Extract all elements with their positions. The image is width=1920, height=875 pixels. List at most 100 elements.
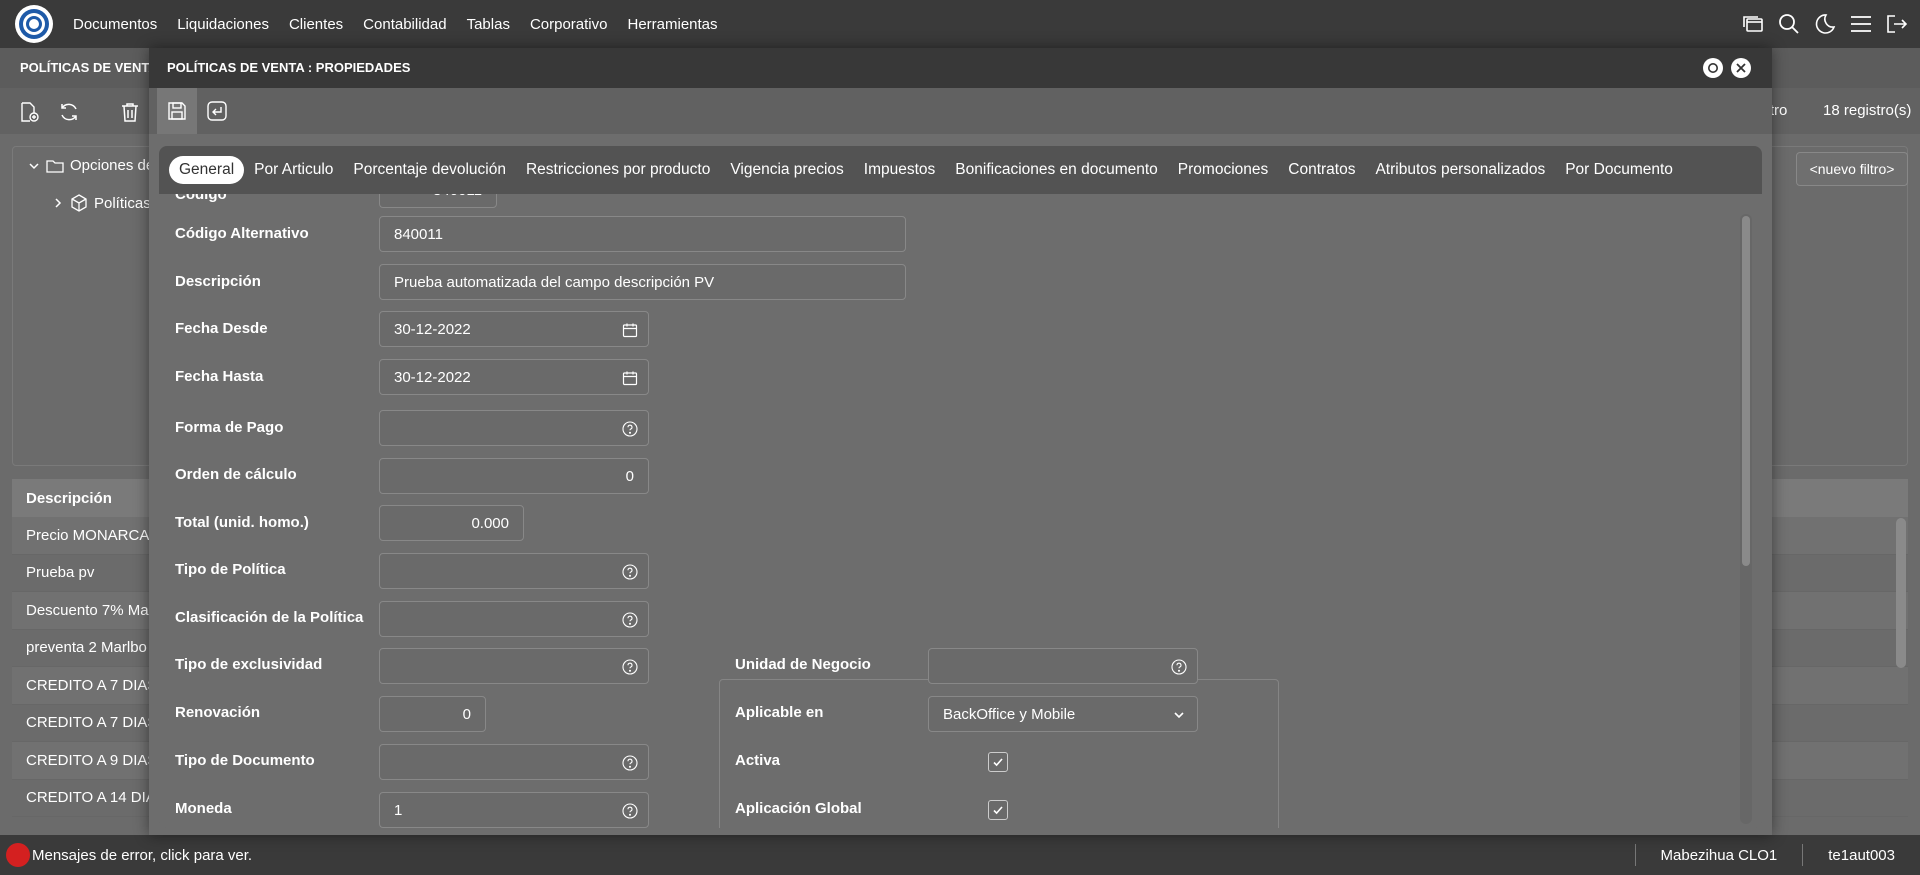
renovacion-field[interactable]: 0 (379, 696, 486, 732)
tab-porcentaje-devolucion[interactable]: Porcentaje devolución (343, 156, 516, 184)
aplicable-en-select[interactable]: BackOffice y Mobile (928, 696, 1198, 732)
user-label: te1aut003 (1802, 844, 1920, 866)
records-count: 18 registro(s) (1823, 102, 1912, 119)
tab-por-documento[interactable]: Por Documento (1555, 156, 1683, 184)
menu-contabilidad[interactable]: Contabilidad (353, 16, 456, 33)
calendar-icon[interactable] (622, 322, 638, 338)
error-messages-link[interactable]: Mensajes de error, click para ver. (32, 847, 252, 864)
tipo-documento-field[interactable] (379, 744, 649, 780)
tab-bar: General Por Articulo Porcentaje devoluci… (159, 146, 1762, 194)
moon-icon[interactable] (1814, 13, 1836, 35)
general-form: Código 840011 Código Alternativo 840011 … (159, 194, 1762, 828)
aplicable-en-label: Aplicable en (735, 704, 824, 721)
help-circle-icon[interactable] (622, 803, 638, 819)
help-circle-icon[interactable] (622, 421, 638, 437)
logout-icon[interactable] (1886, 13, 1908, 35)
tab-contratos[interactable]: Contratos (1278, 156, 1365, 184)
new-filter-button[interactable]: <nuevo filtro> (1796, 152, 1908, 186)
moneda-value: 1 (394, 801, 403, 819)
top-icons (1742, 0, 1908, 48)
dialog-header: POLÍTICAS DE VENTA : PROPIEDADES (149, 48, 1772, 88)
tab-impuestos[interactable]: Impuestos (854, 156, 946, 184)
total-unid-field[interactable]: 0.000 (379, 505, 524, 541)
save-icon (168, 102, 186, 120)
tab-general[interactable]: General (169, 156, 245, 184)
codigo-alternativo-field[interactable]: 840011 (379, 216, 906, 252)
fecha-hasta-field[interactable]: 30-12-2022 (379, 359, 649, 395)
help-circle-icon[interactable] (622, 612, 638, 628)
tab-por-articulo[interactable]: Por Articulo (244, 156, 343, 184)
tipo-exclusividad-field[interactable] (379, 648, 649, 684)
menu-tablas[interactable]: Tablas (457, 16, 520, 33)
activa-checkbox[interactable] (988, 752, 1008, 772)
moneda-field[interactable]: 1 (379, 792, 649, 828)
unidad-negocio-field[interactable] (928, 648, 1198, 684)
main-menu: Documentos Liquidaciones Clientes Contab… (63, 16, 728, 33)
dialog-title: POLÍTICAS DE VENTA : PROPIEDADES (167, 60, 411, 75)
total-unid-value: 0.000 (471, 514, 509, 532)
folder-icon (46, 159, 64, 173)
tab-vigencia-precios[interactable]: Vigencia precios (720, 156, 853, 184)
help-circle-icon[interactable] (622, 755, 638, 771)
orden-calculo-label: Orden de cálculo (175, 466, 297, 483)
tree-child-label: Políticas (94, 194, 151, 212)
table-scrollbar[interactable] (1896, 518, 1906, 668)
codigo-field[interactable]: 840011 (379, 194, 497, 208)
chevron-down-icon (1174, 712, 1184, 719)
tab-restricciones-producto[interactable]: Restricciones por producto (516, 156, 720, 184)
orden-calculo-value: 0 (625, 467, 634, 485)
forma-pago-field[interactable] (379, 410, 649, 446)
cube-icon (71, 194, 87, 212)
form-scrollbar-thumb[interactable] (1742, 216, 1750, 566)
refresh-icon[interactable] (58, 101, 80, 123)
codigo-alternativo-value: 840011 (394, 225, 443, 243)
menu-liquidaciones[interactable]: Liquidaciones (167, 16, 279, 33)
trash-icon[interactable] (119, 101, 141, 123)
aplicacion-global-checkbox[interactable] (988, 800, 1008, 820)
descripcion-value: Prueba automatizada del campo descripció… (394, 273, 715, 291)
check-icon (993, 758, 1003, 767)
codigo-value: 840011 (433, 194, 482, 199)
fecha-desde-field[interactable]: 30-12-2022 (379, 311, 649, 347)
renovacion-label: Renovación (175, 704, 261, 721)
dialog-close-button[interactable] (1731, 58, 1751, 78)
tab-atributos-personalizados[interactable]: Atributos personalizados (1365, 156, 1555, 184)
fecha-desde-value: 30-12-2022 (394, 320, 471, 338)
clasificacion-field[interactable] (379, 601, 649, 637)
menu-documentos[interactable]: Documentos (63, 16, 167, 33)
hamburger-icon[interactable] (1850, 13, 1872, 35)
codigo-alternativo-label: Código Alternativo (175, 225, 309, 242)
menu-clientes[interactable]: Clientes (279, 16, 353, 33)
clasificacion-label: Clasificación de la Política (175, 609, 364, 626)
forma-pago-label: Forma de Pago (175, 419, 284, 436)
descripcion-label: Descripción (175, 273, 261, 290)
status-bar: Mensajes de error, click para ver. Mabez… (0, 835, 1920, 875)
help-circle-icon[interactable] (622, 564, 638, 580)
app-logo[interactable] (15, 5, 53, 43)
dialog-toolbar (149, 88, 1772, 134)
new-document-icon[interactable] (18, 101, 40, 123)
check-icon (993, 806, 1003, 815)
menu-corporativo[interactable]: Corporativo (520, 16, 618, 33)
search-icon[interactable] (1778, 13, 1800, 35)
tab-promociones[interactable]: Promociones (1168, 156, 1278, 184)
windows-icon[interactable] (1742, 13, 1764, 35)
tree-root[interactable]: Opciones de (28, 157, 154, 174)
descripcion-field[interactable]: Prueba automatizada del campo descripció… (379, 264, 906, 300)
help-circle-icon[interactable] (622, 659, 638, 675)
fecha-desde-label: Fecha Desde (175, 320, 268, 337)
tree-child[interactable]: Políticas (52, 194, 151, 212)
menu-herramientas[interactable]: Herramientas (617, 16, 727, 33)
help-circle-icon[interactable] (1171, 659, 1187, 675)
save-button[interactable] (157, 88, 197, 134)
return-button[interactable] (197, 88, 237, 134)
tipo-politica-field[interactable] (379, 553, 649, 589)
orden-calculo-field[interactable]: 0 (379, 458, 649, 494)
calendar-icon[interactable] (622, 370, 638, 386)
properties-dialog: POLÍTICAS DE VENTA : PROPIEDADES General… (149, 48, 1772, 835)
dialog-help-button[interactable] (1703, 58, 1723, 78)
error-indicator-icon[interactable] (6, 843, 30, 867)
status-right: Mabezihua CLO1 te1aut003 (1634, 835, 1920, 875)
return-icon (207, 101, 227, 121)
tab-bonificaciones[interactable]: Bonificaciones en documento (945, 156, 1168, 184)
